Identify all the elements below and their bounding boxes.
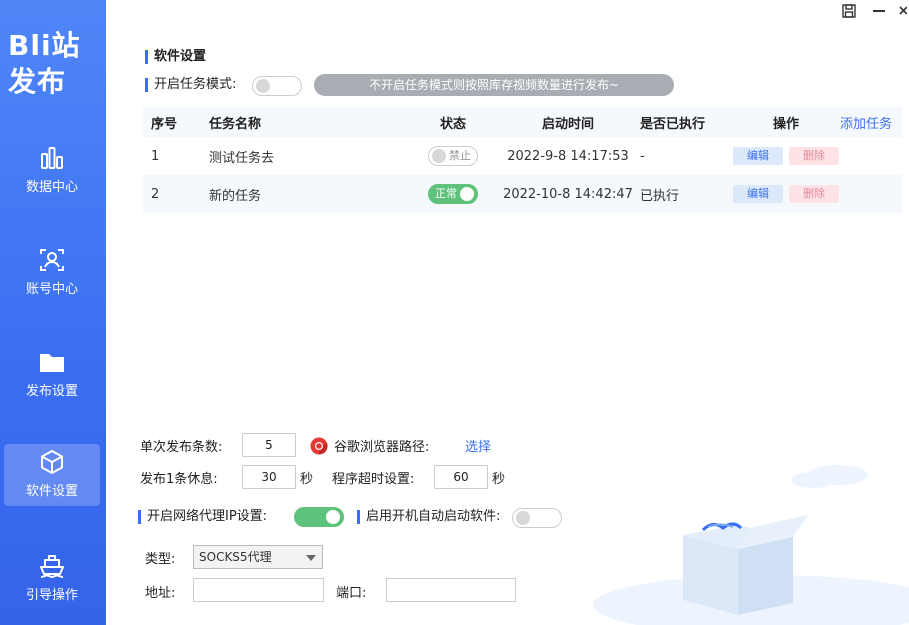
chevron-down-icon [306,555,316,561]
row-status: 正常 [423,184,483,204]
row-no: 2 [151,186,160,202]
add-task-link[interactable]: 添加任务 [840,113,892,132]
empty-box-illustration [593,465,909,625]
table-header: 序号 任务名称 状态 启动时间 是否已执行 操作 添加任务 [143,107,903,137]
sidebar-item-account-center[interactable]: 账号中心 [4,242,100,304]
proxy-toggle[interactable] [294,507,344,527]
save-window-button[interactable] [839,1,859,21]
sidebar-item-label: 引导操作 [25,588,78,603]
task-mode-toggle[interactable] [252,76,302,96]
sidebar: Bli站 发布 数据中心 账号中心 发布设置 软件设置 引导操作 [0,0,106,625]
table-row: 2 新的任务 正常 2022-10-8 14:42:47 已执行 编辑 删除 [143,175,903,213]
sidebar-item-data-center[interactable]: 数据中心 [4,140,100,202]
row-name: 测试任务去 [209,150,275,166]
timeout-label: 程序超时设置: [332,472,415,487]
address-input[interactable] [193,578,324,602]
proxy-label: 开启网络代理IP设置: [138,510,267,524]
status-toggle[interactable]: 正常 [428,184,478,204]
row-status: 禁止 [423,146,483,166]
address-label: 地址: [145,586,176,601]
task-mode-hint: 不开启任务模式则按照库存视频数量进行发布~ [314,74,674,96]
row-executed: - [640,148,645,164]
folder-icon [40,354,64,372]
proxy-type-value: SOCKS5代理 [199,550,272,564]
sidebar-item-label: 发布设置 [25,384,78,399]
rest-label: 发布1条休息: [140,472,218,487]
sidebar-item-label: 账号中心 [25,282,78,297]
port-input[interactable] [386,578,516,602]
rest-input[interactable]: 30 [242,465,296,489]
per-publish-label: 单次发布条数: [140,440,223,455]
status-toggle[interactable]: 禁止 [428,146,478,166]
edit-button[interactable]: 编辑 [733,147,783,165]
row-time: 2022-10-8 14:42:47 [503,186,633,202]
toggle-knob [256,79,270,93]
row-no: 1 [151,148,160,164]
edit-button[interactable]: 编辑 [733,185,783,203]
task-mode-label: 开启任务模式: [145,78,236,92]
ship-icon [40,555,64,578]
cube-icon [41,450,63,474]
brand-line-2: 发布 [8,65,67,98]
close-icon [899,6,907,15]
header-time: 启动时间 [541,116,594,132]
proxy-type-select[interactable]: SOCKS5代理 [193,545,323,569]
header-ops: 操作 [773,116,800,132]
app-brand: Bli站 发布 [8,28,81,100]
close-button[interactable] [899,1,907,21]
autostart-label: 启用开机自动启动软件: [357,510,500,524]
rest-unit: 秒 [300,472,314,487]
toggle-knob [516,511,530,525]
chrome-icon [310,437,328,455]
tasks-table: 序号 任务名称 状态 启动时间 是否已执行 操作 添加任务 1 测试任务去 禁止… [143,107,903,213]
per-publish-input[interactable]: 5 [242,433,296,457]
sidebar-item-label: 数据中心 [25,180,78,195]
row-time: 2022-9-8 14:17:53 [507,148,629,164]
brand-line-1: Bli站 [8,29,81,62]
row-ops: 编辑 删除 [733,185,843,203]
header-status: 状态 [439,116,466,132]
port-label: 端口: [336,586,367,601]
chrome-path-label: 谷歌浏览器路径: [334,440,430,455]
timeout-input[interactable]: 60 [434,465,488,489]
section-title: 软件设置 [145,50,206,64]
header-executed: 是否已执行 [640,116,706,132]
chrome-select-link[interactable]: 选择 [465,436,491,455]
proxy-type-label: 类型: [145,552,176,567]
sidebar-item-label: 软件设置 [25,484,78,499]
user-scan-icon [40,249,64,271]
table-row: 1 测试任务去 禁止 2022-9-8 14:17:53 - 编辑 删除 [143,137,903,175]
header-no: 序号 [151,116,178,132]
delete-button[interactable]: 删除 [789,147,839,165]
window-controls [839,0,909,22]
timeout-unit: 秒 [492,472,506,487]
sidebar-item-guide[interactable]: 引导操作 [4,548,100,610]
row-ops: 编辑 删除 [733,147,843,165]
toggle-knob [326,510,340,524]
sidebar-item-software-settings[interactable]: 软件设置 [4,444,100,506]
floppy-icon [842,4,856,18]
autostart-toggle[interactable] [512,508,562,528]
row-executed: 已执行 [640,188,680,204]
minimize-icon [873,10,885,12]
delete-button[interactable]: 删除 [789,185,839,203]
sidebar-item-publish-settings[interactable]: 发布设置 [4,344,100,406]
header-name: 任务名称 [209,116,262,132]
minimize-button[interactable] [869,1,889,21]
bar-chart-icon [41,147,63,169]
row-name: 新的任务 [209,188,262,204]
